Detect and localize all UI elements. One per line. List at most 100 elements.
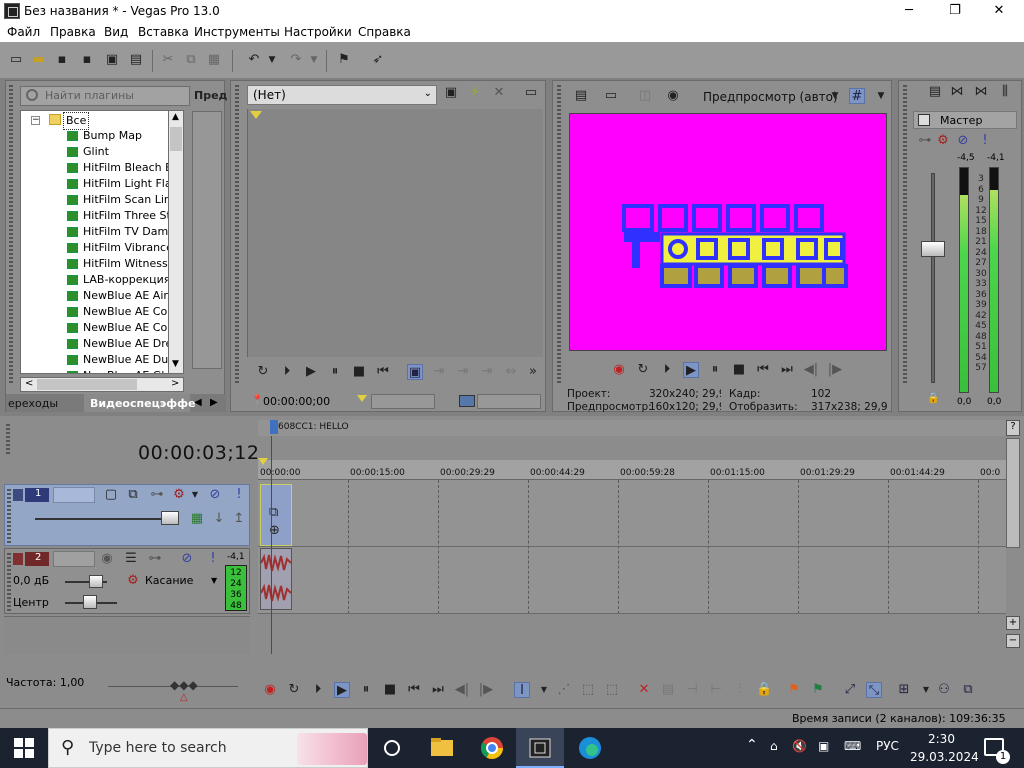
selection-icon[interactable]: ▣ — [407, 364, 423, 380]
tab-scroll-right-icon[interactable]: ▶ — [210, 397, 218, 408]
chrome-icon[interactable] — [468, 728, 516, 768]
play-from-start-icon[interactable]: ⏵ — [279, 364, 295, 380]
menu-settings[interactable]: Настройки — [284, 25, 352, 39]
envelope-tool-icon[interactable]: ⋰ — [556, 682, 572, 698]
add-to-timeline-icon[interactable]: ⇥ — [431, 364, 447, 380]
taskbar-search-input[interactable]: ⚲ Type here to search — [48, 728, 368, 768]
tl-play-from-start-icon[interactable]: ⏵ — [310, 682, 326, 698]
menu-help[interactable]: Справка — [358, 25, 411, 39]
audio-event[interactable] — [260, 548, 292, 610]
language-indicator[interactable]: РУС — [876, 739, 899, 753]
tl-stop-icon[interactable]: ■ — [382, 682, 398, 698]
undo-icon[interactable]: ↶ — [246, 52, 262, 68]
audio-track-fx-icon[interactable]: ☰ — [123, 551, 139, 567]
new-project-icon[interactable]: ▭ — [8, 52, 24, 68]
tl-loop-icon[interactable]: ↻ — [286, 682, 302, 698]
tl-go-to-end-icon[interactable]: ⏭ — [430, 682, 446, 698]
audio-track-name[interactable] — [53, 551, 95, 567]
tab-scroll-left-icon[interactable]: ◀ — [194, 397, 202, 408]
insert-region-icon[interactable]: ⚑ — [810, 682, 826, 698]
screen-icon[interactable]: ▣ — [818, 739, 829, 753]
video-track-name[interactable] — [53, 487, 95, 503]
lock-icon[interactable]: 🔒 — [756, 682, 772, 698]
stop-icon[interactable]: ■ — [351, 364, 367, 380]
split-icon[interactable]: ⫶ — [732, 682, 748, 698]
minimize-button[interactable]: ─ — [886, 0, 932, 22]
keyboard-icon[interactable]: ⌨ — [844, 739, 861, 753]
insert-marker-icon[interactable]: ⚑ — [786, 682, 802, 698]
video-track-fx-icon[interactable]: ⚙ — [171, 487, 187, 503]
plugin-list-hscrollbar[interactable]: < > — [20, 377, 184, 392]
maximize-button[interactable]: ❐ — [932, 0, 978, 22]
master-fx-gear-icon[interactable]: ⚙ — [935, 133, 951, 149]
master-solo-icon[interactable]: ! — [977, 133, 993, 149]
enable-snapping-icon[interactable]: ⚑ — [336, 52, 352, 68]
edge-icon[interactable] — [566, 728, 614, 768]
volume-mute-icon[interactable]: 🔇 — [792, 739, 807, 753]
play-from-start-icon[interactable]: ⏵ — [659, 362, 675, 378]
video-track-chain-icon[interactable]: ⊶ — [149, 487, 165, 503]
trimmer-view[interactable] — [247, 109, 543, 357]
tl-prev-frame-icon[interactable]: ◀| — [454, 682, 470, 698]
tab-transitions[interactable]: ереходы — [8, 397, 58, 410]
undo-dropdown-icon[interactable]: ▼ — [264, 52, 280, 68]
trimmer-media-select[interactable]: (Нет) ⌄ — [247, 85, 437, 105]
vegas-taskbar-icon[interactable] — [516, 728, 564, 768]
redo-icon[interactable]: ↷ — [288, 52, 304, 68]
downmix-icon[interactable]: ⋈ — [973, 84, 989, 100]
menu-view[interactable]: Вид — [104, 25, 128, 39]
tab-video-fx[interactable]: Видеоспецэффе — [84, 394, 196, 412]
trimmer-autoplay-icon[interactable]: ⚡ — [467, 85, 483, 101]
trim-icon[interactable]: ▤ — [660, 682, 676, 698]
zoom-in-v-button[interactable]: + — [1006, 616, 1020, 630]
video-opacity-slider[interactable] — [161, 511, 179, 525]
master-properties-icon[interactable]: ▤ — [927, 84, 943, 100]
trimmer-out-field[interactable] — [477, 394, 541, 409]
tray-chevron-icon[interactable]: ⌃ — [746, 737, 758, 753]
normal-edit-tool-icon[interactable]: I — [514, 682, 530, 698]
task-view-icon[interactable] — [368, 728, 416, 768]
automation-gear-icon[interactable]: ⚙ — [125, 573, 141, 589]
trim-end-icon[interactable]: ⊢ — [708, 682, 724, 698]
loop-icon[interactable]: ↻ — [255, 364, 271, 380]
audio-pan-slider[interactable] — [83, 595, 97, 609]
trimmer-timecode[interactable]: 00:00:00;00 — [263, 395, 330, 408]
audio-volume-slider[interactable] — [89, 575, 103, 588]
video-track-mute-icon[interactable]: ⊘ — [207, 487, 223, 503]
insert-icon[interactable]: ⇥ — [455, 364, 471, 380]
properties-icon[interactable]: ▤ — [128, 52, 144, 68]
automation-mode[interactable]: Касание — [145, 574, 193, 587]
delete-icon[interactable]: ✕ — [636, 682, 652, 698]
lock-envelopes-icon[interactable]: ⫼ — [997, 84, 1013, 100]
close-button[interactable]: ✕ — [976, 0, 1022, 22]
render-icon[interactable]: ▣ — [104, 52, 120, 68]
trimmer-in-field[interactable] — [371, 394, 435, 409]
track-motion-icon[interactable]: ▢ — [103, 487, 119, 503]
master-fx-chain-icon[interactable]: ⊶ — [917, 133, 933, 149]
audio-track-chain-icon[interactable]: ⊶ — [147, 551, 163, 567]
go-to-start-icon[interactable]: ⏮ — [755, 362, 771, 378]
tl-pause-icon[interactable]: ⏸ — [358, 682, 374, 698]
overlays-icon[interactable]: # — [849, 88, 865, 104]
overlays-dropdown-icon[interactable]: ▼ — [873, 88, 889, 104]
video-track-up-icon[interactable]: ↥ — [231, 511, 247, 527]
trim-start-icon[interactable]: ⊣ — [684, 682, 700, 698]
more-icon[interactable]: » — [525, 364, 541, 380]
video-track-lock-icon[interactable]: ▦ — [189, 511, 205, 527]
menu-edit[interactable]: Правка — [50, 25, 96, 39]
pause-icon[interactable]: ⏸ — [327, 364, 343, 380]
zoom-edit-tool-icon[interactable]: ⬚ — [604, 682, 620, 698]
paste-icon[interactable]: ▦ — [206, 52, 222, 68]
menu-tools[interactable]: Инструменты — [194, 25, 280, 39]
master-lock-icon[interactable]: 🔒 — [927, 393, 939, 404]
rate-slider[interactable]: ◆◆◆ — [170, 678, 198, 692]
trimmer-clear-icon[interactable]: ✕ — [491, 85, 507, 101]
presets-tab-label[interactable]: Пред — [194, 89, 227, 102]
cut-icon[interactable]: ✂ — [160, 52, 176, 68]
ignore-grouping-icon[interactable]: ⧉ — [960, 682, 976, 698]
pause-icon[interactable]: ⏸ — [707, 362, 723, 378]
automation-dropdown-icon[interactable]: ▼ — [211, 576, 217, 585]
compositing-icon[interactable]: ⧉ — [125, 487, 141, 503]
auto-crossfade-icon[interactable]: ⤡ — [866, 682, 882, 698]
video-fx-dropdown-icon[interactable]: ▼ — [187, 487, 203, 503]
